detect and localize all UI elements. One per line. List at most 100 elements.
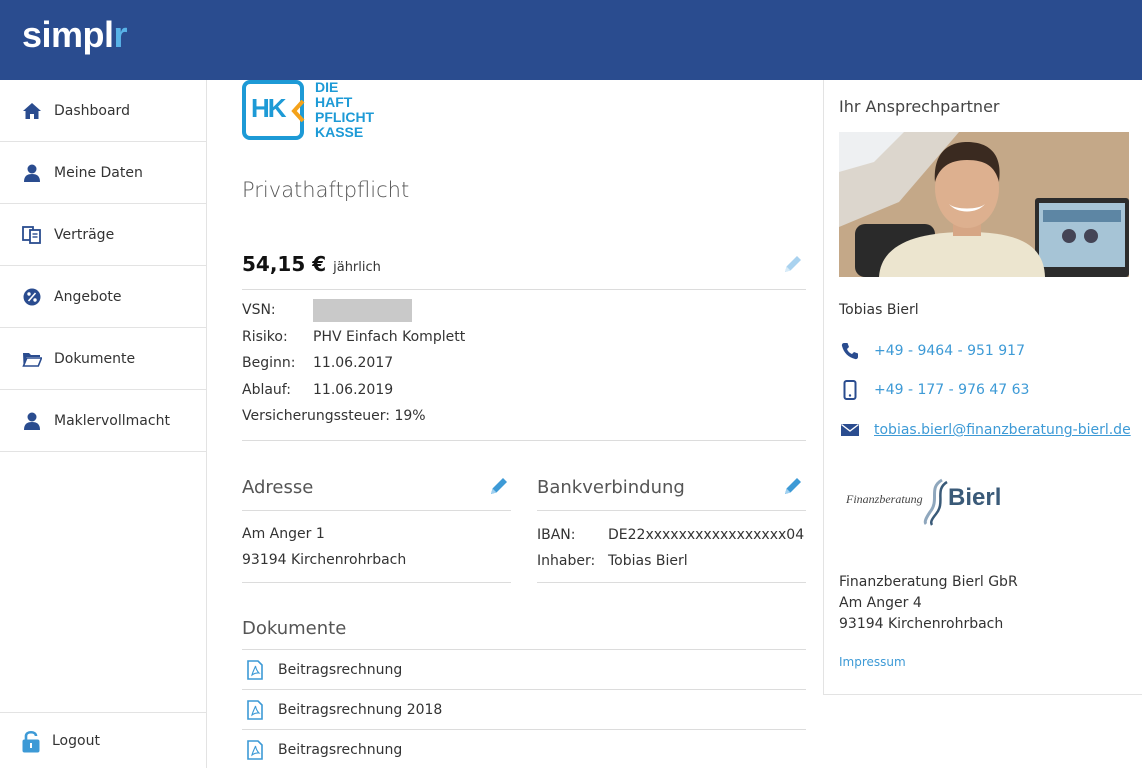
sidebar-item-dokumente[interactable]: Dokumente xyxy=(0,328,206,390)
top-bar: simplr xyxy=(0,0,1142,80)
phone-icon xyxy=(839,341,861,361)
divider xyxy=(537,510,806,511)
address-block: Am Anger 1 93194 Kirchenrohrbach xyxy=(242,521,406,573)
sidebar-item-label: Dashboard xyxy=(54,102,130,119)
firm-logo-swoosh xyxy=(923,478,948,526)
detail-row-tax: Versicherungssteuer: 19% xyxy=(242,408,465,435)
divider xyxy=(242,582,511,583)
contact-phone[interactable]: +49 - 9464 - 951 917 xyxy=(839,341,1025,361)
insurer-logo-line: DIE xyxy=(315,79,339,95)
insurer-logo-line: PFLICHT xyxy=(315,109,375,125)
advisor-photo xyxy=(839,132,1129,277)
document-row[interactable]: Beitragsrechnung 2018 xyxy=(242,689,806,729)
contact-email[interactable]: tobias.bierl@finanzberatung-bierl.de xyxy=(839,420,1131,440)
premium-period: jährlich xyxy=(333,260,381,275)
contact-mobile[interactable]: +49 - 177 - 976 47 63 xyxy=(839,380,1029,400)
detail-row-risiko: Risiko: PHV Einfach Komplett xyxy=(242,329,465,356)
detail-row-beginn: Beginn: 11.06.2017 xyxy=(242,355,465,382)
sidebar-item-label: Angebote xyxy=(54,288,122,305)
insurer-logo-line: KASSE xyxy=(315,124,364,140)
bank-row-iban: IBAN: DE22xxxxxxxxxxxxxxxxx04 xyxy=(537,522,804,548)
address-street: Am Anger 1 xyxy=(242,526,325,542)
detail-value: 11.06.2017 xyxy=(313,355,394,371)
edit-bank-button[interactable] xyxy=(782,475,804,497)
bank-key: Inhaber: xyxy=(537,553,596,569)
sidebar-item-label: Dokumente xyxy=(54,350,136,367)
detail-key: VSN: xyxy=(242,302,276,318)
detail-key: Risiko: xyxy=(242,328,288,345)
impressum-link[interactable]: Impressum xyxy=(839,655,906,669)
user-icon xyxy=(22,411,42,431)
detail-row-ablauf: Ablauf: 11.06.2019 xyxy=(242,382,465,409)
divider xyxy=(242,510,511,511)
email-link: tobias.bierl@finanzberatung-bierl.de xyxy=(874,422,1131,438)
detail-value: PHV Einfach Komplett xyxy=(313,328,466,345)
sidebar-item-label: Meine Daten xyxy=(54,164,143,181)
lock-icon xyxy=(20,730,42,752)
product-title: Privathaftpflicht xyxy=(242,178,410,202)
percent-icon xyxy=(22,287,42,307)
contracts-icon xyxy=(22,225,42,245)
premium-amount: 54,15 € jährlich xyxy=(242,252,381,276)
premium-value: 54,15 € xyxy=(242,252,327,276)
app-logo[interactable]: simplr xyxy=(22,14,128,56)
firm-logo-big: Bierl xyxy=(948,484,1002,511)
contract-detail: HK DIE HAFT PFLICHT KASSE Privathaftpfli… xyxy=(242,80,806,768)
sidebar-item-maklervollmacht[interactable]: Maklervollmacht xyxy=(0,390,206,452)
firm-city: 93194 Kirchenrohrbach xyxy=(839,616,1004,632)
mail-icon xyxy=(839,420,861,440)
sidebar-item-dashboard[interactable]: Dashboard xyxy=(0,80,206,142)
bank-block: IBAN: DE22xxxxxxxxxxxxxxxxx04 Inhaber: T… xyxy=(537,522,804,574)
document-name: Beitragsrechnung 2018 xyxy=(278,701,443,718)
bank-title: Bankverbindung xyxy=(537,477,685,498)
contract-details: VSN: Risiko: PHV Einfach Komplett Beginn… xyxy=(242,299,465,435)
sidebar-item-label: Verträge xyxy=(54,226,115,243)
firm-address: Finanzberatung Bierl GbR Am Anger 4 9319… xyxy=(839,572,1018,635)
edit-contract-button[interactable] xyxy=(782,253,804,275)
contact-panel-title: Ihr Ansprechpartner xyxy=(839,97,1000,116)
sidebar-item-vertraege[interactable]: Verträge xyxy=(0,204,206,266)
bank-row-holder: Inhaber: Tobias Bierl xyxy=(537,548,804,574)
edit-address-button[interactable] xyxy=(488,475,510,497)
document-name: Beitragsrechnung xyxy=(278,741,403,758)
document-name: Beitragsrechnung xyxy=(278,661,403,678)
pdf-icon xyxy=(247,699,263,720)
document-row[interactable]: Beitragsrechnung xyxy=(242,649,806,689)
address-city: 93194 Kirchenrohrbach xyxy=(242,552,407,568)
detail-key: Ablauf: xyxy=(242,381,291,398)
document-row[interactable]: Beitragsrechnung xyxy=(242,729,806,768)
advisor-name: Tobias Bierl xyxy=(839,302,919,318)
bank-key: IBAN: xyxy=(537,527,576,543)
address-title: Adresse xyxy=(242,477,314,498)
vsn-redacted xyxy=(313,299,412,329)
mobile-number: +49 - 177 - 976 47 63 xyxy=(874,382,1030,398)
logo-main-text: simpl xyxy=(22,14,114,55)
pdf-icon xyxy=(247,739,263,760)
user-icon xyxy=(22,163,42,183)
home-icon xyxy=(22,101,42,121)
phone-number: +49 - 9464 - 951 917 xyxy=(874,343,1025,359)
sidebar-item-meine-daten[interactable]: Meine Daten xyxy=(0,142,206,204)
insurer-logo-line: HAFT xyxy=(315,94,353,110)
firm-logo: Finanzberatung Bierl xyxy=(846,478,1026,528)
sidebar-item-angebote[interactable]: Angebote xyxy=(0,266,206,328)
logout-label: Logout xyxy=(52,732,100,749)
sidebar: Dashboard Meine Daten Verträge Angebote … xyxy=(0,80,207,768)
logo-accent-text: r xyxy=(113,14,128,55)
pencil-icon xyxy=(785,478,801,494)
contact-panel: Ihr Ansprechpartner Tobias Bierl +49 - 9… xyxy=(823,80,1142,695)
pencil-icon xyxy=(785,256,801,272)
mobile-phone-icon xyxy=(839,380,861,400)
pdf-icon xyxy=(247,659,263,680)
divider xyxy=(242,440,806,441)
firm-street: Am Anger 4 xyxy=(839,595,922,611)
documents-title: Dokumente xyxy=(242,618,347,639)
detail-key: Beginn: xyxy=(242,355,296,371)
insurer-logo-letters: HK xyxy=(251,93,287,123)
divider xyxy=(242,289,806,290)
folder-icon xyxy=(22,349,42,369)
insurer-logo: HK DIE HAFT PFLICHT KASSE xyxy=(242,80,402,142)
divider xyxy=(537,582,806,583)
logout-button[interactable]: Logout xyxy=(0,712,206,768)
firm-name: Finanzberatung Bierl GbR xyxy=(839,574,1018,590)
